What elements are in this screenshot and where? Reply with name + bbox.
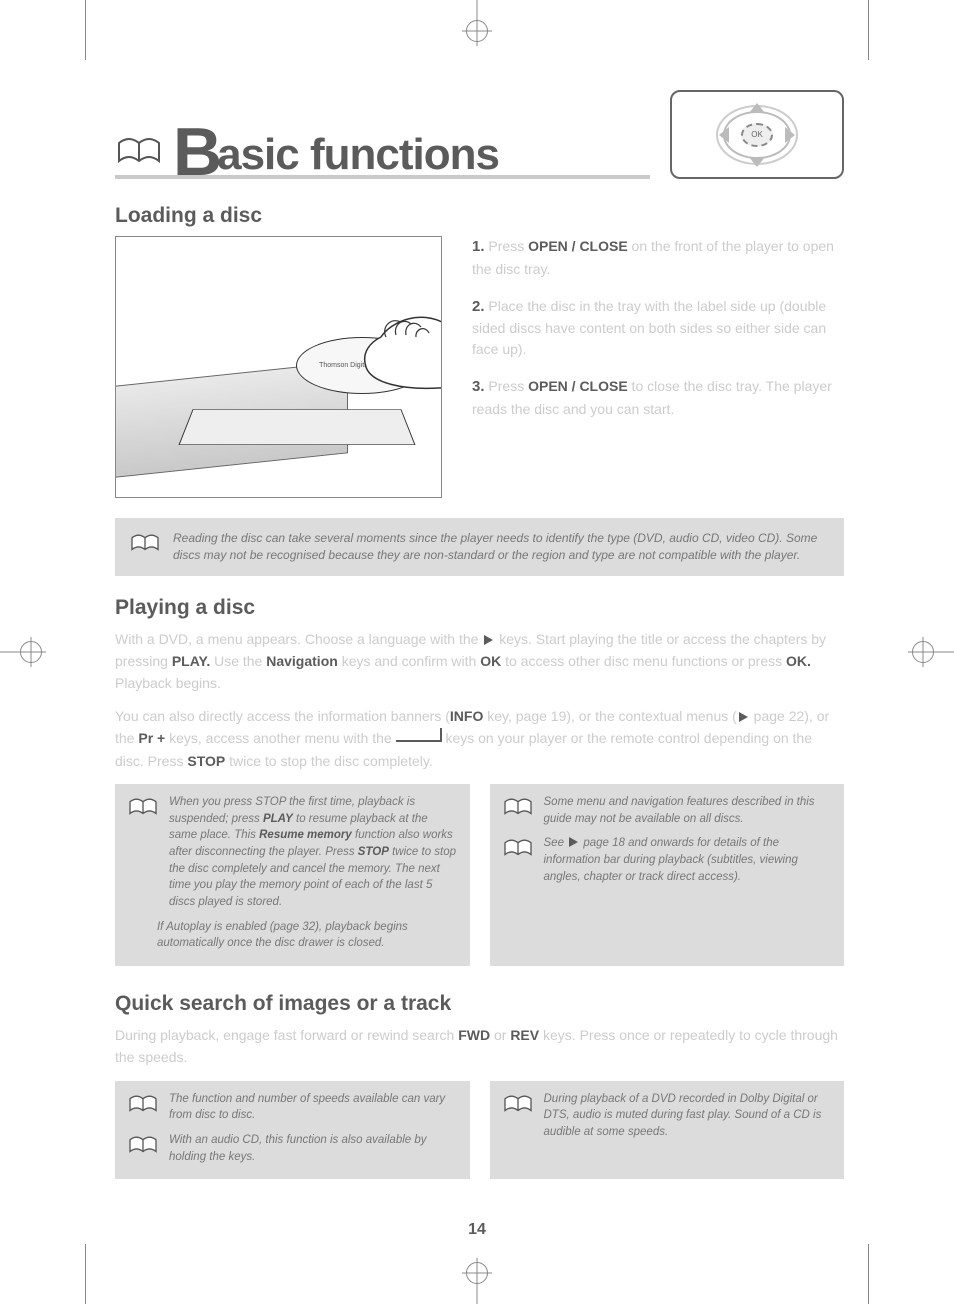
note-text: Reading the disc can take several moment… <box>173 530 830 564</box>
step-3: 3. Press OPEN / CLOSE to close the disc … <box>472 376 844 420</box>
note-text: Some menu and navigation features descri… <box>544 794 833 827</box>
body-fragment: to access other disc menu functions or p… <box>501 653 786 669</box>
keyword-navigation: Navigation <box>266 653 338 669</box>
page-title: Basic functions <box>173 119 499 177</box>
book-icon <box>115 131 163 171</box>
note-text: When you press STOP the first time, play… <box>169 794 458 911</box>
heading-loading-disc: Loading a disc <box>115 204 844 228</box>
loading-disc-illustration: Thomson Digital Video Disc <box>115 236 442 498</box>
key-shape-icon <box>396 736 442 742</box>
body-fragment: You can also directly access the informa… <box>115 708 450 724</box>
crop-mark <box>868 1244 869 1304</box>
note-text: With an audio CD, this function is also … <box>169 1132 458 1165</box>
note-box-resume: When you press STOP the first time, play… <box>115 784 470 966</box>
heading-playing-disc: Playing a disc <box>115 596 844 620</box>
page-header: Basic functions OK <box>115 90 844 179</box>
keyword-fwd: FWD <box>458 1027 490 1043</box>
dpad-left-icon <box>719 127 729 143</box>
keyword-open-close: OPEN / CLOSE <box>528 378 628 394</box>
remote-dpad-illustration: OK <box>670 90 844 179</box>
keyword-pr-plus: Pr + <box>138 730 165 746</box>
note-box-audio-mute: During playback of a DVD recorded in Dol… <box>490 1081 845 1180</box>
quick-search-paragraph: During playback, engage fast forward or … <box>115 1024 844 1069</box>
arrow-right-icon <box>569 837 578 847</box>
registration-icon <box>912 641 934 663</box>
page-number: 14 <box>468 1221 486 1239</box>
note-text: The function and number of speeds availa… <box>169 1091 458 1124</box>
loading-steps: 1. Press OPEN / CLOSE on the front of th… <box>472 236 844 498</box>
body-fragment: or <box>490 1027 510 1043</box>
registration-icon <box>466 20 488 42</box>
dpad-down-icon <box>749 157 765 167</box>
note-box-speeds: The function and number of speeds availa… <box>115 1081 470 1180</box>
playing-paragraph-2: You can also directly access the informa… <box>115 705 844 772</box>
keyword-stop: STOP <box>187 753 225 769</box>
keyword-rev: REV <box>510 1027 539 1043</box>
keyword-play: PLAY. <box>172 653 210 669</box>
step-number: 3. <box>472 378 485 395</box>
playing-paragraph-1: With a DVD, a menu appears. Choose a lan… <box>115 628 844 695</box>
note-box-disc-read: Reading the disc can take several moment… <box>115 518 844 576</box>
crop-mark <box>85 1244 86 1304</box>
title-rest: asic functions <box>217 130 499 179</box>
note-text: During playback of a DVD recorded in Dol… <box>544 1091 833 1141</box>
book-icon <box>127 1132 159 1158</box>
title-wrap: Basic functions <box>115 119 650 179</box>
keyword-ok: OK. <box>786 653 811 669</box>
book-icon <box>127 794 159 820</box>
arrow-right-icon <box>484 635 493 645</box>
step-text: Press <box>488 238 528 254</box>
keyword-play: PLAY <box>263 813 293 825</box>
note-text: See page 18 and onwards for details of t… <box>544 835 833 885</box>
title-big-letter: B <box>173 125 221 179</box>
keyword-resume-memory: Resume memory <box>259 829 352 841</box>
step-number: 1. <box>472 238 485 255</box>
step-1: 1. Press OPEN / CLOSE on the front of th… <box>472 236 844 280</box>
keyword-ok: OK <box>480 653 501 669</box>
book-icon <box>502 1091 534 1117</box>
step-text: Press <box>488 378 528 394</box>
dpad-right-icon <box>785 127 795 143</box>
crop-mark <box>868 0 869 60</box>
body-fragment: twice to stop the disc completely. <box>225 753 433 769</box>
body-fragment: During playback, engage fast forward or … <box>115 1027 458 1043</box>
keyword-stop: STOP <box>358 846 389 858</box>
body-fragment: With a DVD, a menu appears. Choose a lan… <box>115 631 482 647</box>
keyword-open-close: OPEN / CLOSE <box>528 238 628 254</box>
keyword-info: INFO <box>450 708 483 724</box>
book-icon <box>502 794 534 820</box>
body-fragment: keys, access another menu with the <box>165 730 395 746</box>
body-fragment: Playback begins. <box>115 675 221 691</box>
arrow-right-icon <box>739 712 748 722</box>
heading-quick-search: Quick search of images or a track <box>115 992 844 1016</box>
dpad-up-icon <box>749 103 765 113</box>
book-icon <box>127 1091 159 1117</box>
note-text: If Autoplay is enabled (page 32), playba… <box>157 919 458 952</box>
body-fragment: Use the <box>214 653 266 669</box>
note-box-menu-features: Some menu and navigation features descri… <box>490 784 845 966</box>
step-number: 2. <box>472 298 485 315</box>
body-fragment: keys and confirm with <box>338 653 480 669</box>
book-icon <box>502 835 534 861</box>
crop-mark <box>85 0 86 60</box>
registration-icon <box>466 1262 488 1284</box>
dpad-ok-button: OK <box>741 123 773 147</box>
book-icon <box>129 530 161 556</box>
registration-icon <box>20 641 42 663</box>
step-2: 2. Place the disc in the tray with the l… <box>472 296 844 361</box>
body-fragment: key, page 19), or the contextual menus ( <box>483 708 736 724</box>
step-text: Place the disc in the tray with the labe… <box>472 298 826 358</box>
